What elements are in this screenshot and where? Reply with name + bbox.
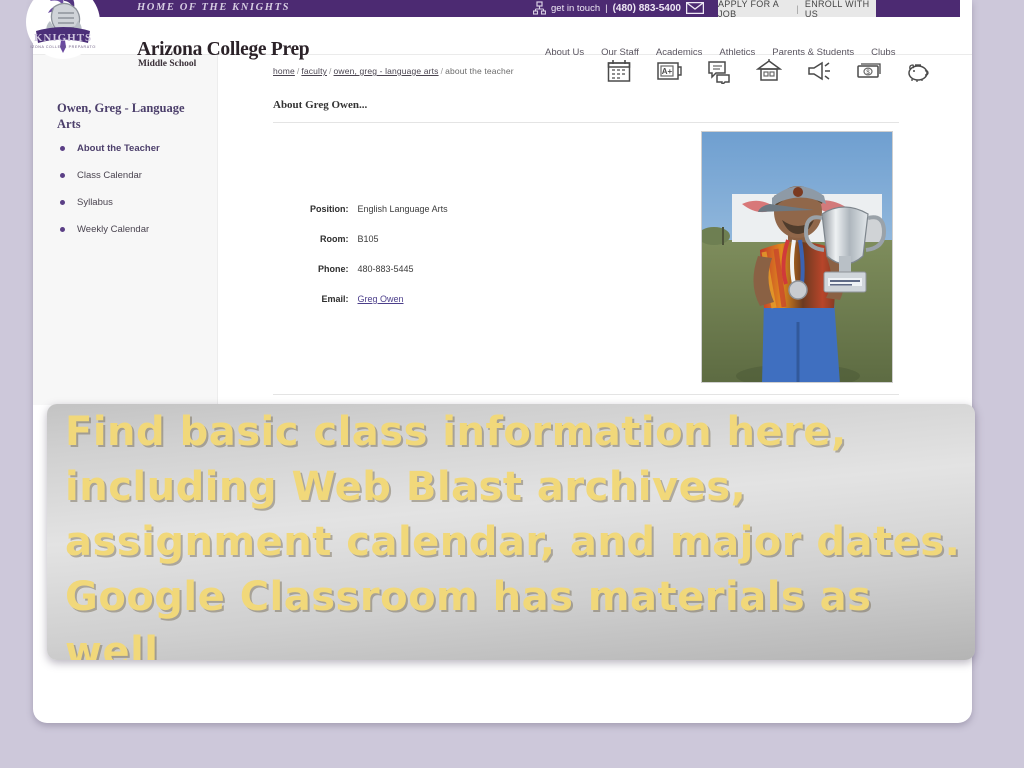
email-link[interactable]: Greg Owen xyxy=(358,294,404,304)
school-name: Arizona College Prep xyxy=(137,39,310,60)
calendar-icon[interactable] xyxy=(606,58,633,85)
chat-bubbles-icon[interactable] xyxy=(706,58,733,87)
knights-helmet-logo[interactable]: KNIGHTS ARIZONA COLLEGE PREPARATORY xyxy=(26,0,100,59)
contact-divider: | xyxy=(605,2,608,14)
divider-top xyxy=(273,122,899,123)
caption-text: Find basic class information here, inclu… xyxy=(65,409,961,660)
breadcrumb-item-3: about the teacher xyxy=(445,66,514,76)
svg-text:KNIGHTS: KNIGHTS xyxy=(34,32,92,44)
sidebar-item-class-calendar[interactable]: Class Calendar xyxy=(58,170,213,181)
piggy-bank-icon[interactable] xyxy=(906,58,933,85)
breadcrumb-item-1[interactable]: faculty xyxy=(301,66,327,76)
contact-info: get in touch | (480) 883-5400 xyxy=(532,1,705,15)
info-row: Email: Greg Owen xyxy=(310,294,448,322)
get-in-touch-label: get in touch xyxy=(551,2,601,14)
info-label: Room: xyxy=(320,234,349,244)
info-row: Position: English Language Arts xyxy=(310,204,448,232)
info-label: Email: xyxy=(321,294,349,304)
nav-item-about-us[interactable]: About Us xyxy=(545,47,584,58)
svg-text:ARIZONA COLLEGE PREPARATORY: ARIZONA COLLEGE PREPARATORY xyxy=(30,45,96,49)
money-icon[interactable]: $ xyxy=(856,58,883,85)
info-row: Phone: 480-883-5445 xyxy=(310,264,448,292)
breadcrumb: home / faculty / owen, greg - language arts /… xyxy=(273,66,514,76)
nav-item-athletics[interactable]: Athletics xyxy=(719,47,755,58)
map-pin-icon xyxy=(532,1,547,15)
apply-for-job-link[interactable]: APPLY FOR A JOB xyxy=(718,0,790,19)
enroll-with-us-link[interactable]: ENROLL WITH US xyxy=(805,0,876,19)
sidebar-item-syllabus[interactable]: Syllabus xyxy=(58,197,213,208)
teacher-photo xyxy=(701,131,893,383)
site-tagline: HOME OF THE KNIGHTS xyxy=(137,2,291,13)
caption-overlay-panel: Find basic class information here, inclu… xyxy=(47,404,975,660)
info-value: B105 xyxy=(357,234,379,244)
site-masthead: Arizona College Prep Middle School About… xyxy=(33,17,972,69)
breadcrumb-separator: / xyxy=(296,66,300,76)
page-title: About Greg Owen... xyxy=(273,99,368,111)
sidebar-title: Owen, Greg - Language Arts xyxy=(57,101,185,131)
breadcrumb-separator: / xyxy=(440,66,444,76)
sidebar-item-about-the-teacher[interactable]: About the Teacher xyxy=(58,143,213,154)
teacher-info-table: Position: English Language Arts Room: B105 P… xyxy=(308,202,450,324)
apply-separator: | xyxy=(796,3,799,14)
breadcrumb-item-0[interactable]: home xyxy=(273,66,295,76)
school-house-icon[interactable] xyxy=(755,58,783,85)
sidebar-menu: About the Teacher Class Calendar Syllabus W… xyxy=(58,143,213,251)
nav-item-clubs[interactable]: Clubs xyxy=(871,47,895,58)
info-row: Room: B105 xyxy=(310,234,448,262)
sidebar: Owen, Greg - Language Arts About the Tea… xyxy=(33,55,218,405)
nav-item-our-staff[interactable]: Our Staff xyxy=(601,47,639,58)
breadcrumb-item-2[interactable]: owen, greg - language arts xyxy=(334,66,439,76)
megaphone-icon[interactable] xyxy=(806,58,833,85)
svg-text:A+: A+ xyxy=(662,67,673,76)
sidebar-item-weekly-calendar[interactable]: Weekly Calendar xyxy=(58,224,213,235)
school-subtitle: Middle School xyxy=(138,59,197,69)
info-label: Phone: xyxy=(318,264,349,274)
gradebook-icon[interactable]: A+ xyxy=(656,58,683,85)
breadcrumb-separator: / xyxy=(329,66,332,76)
info-value: 480-883-5445 xyxy=(357,264,414,274)
main-navigation: About Us Our Staff Academics Athletics Paren… xyxy=(545,47,895,58)
envelope-icon[interactable] xyxy=(685,1,705,15)
info-value[interactable]: Greg Owen xyxy=(358,294,448,322)
divider-bottom xyxy=(273,394,899,395)
quick-links-icon-row: A+ $ xyxy=(606,58,933,87)
apply-enroll-panel: APPLY FOR A JOB | ENROLL WITH US xyxy=(718,0,876,19)
info-value: English Language Arts xyxy=(357,204,448,214)
utility-bar: HOME OF THE KNIGHTS get in touch | (480)… xyxy=(33,0,960,19)
info-label: Position: xyxy=(310,204,349,214)
nav-item-academics[interactable]: Academics xyxy=(656,47,702,58)
nav-item-parents-students[interactable]: Parents & Students xyxy=(772,47,854,58)
phone-number[interactable]: (480) 883-5400 xyxy=(613,3,681,14)
